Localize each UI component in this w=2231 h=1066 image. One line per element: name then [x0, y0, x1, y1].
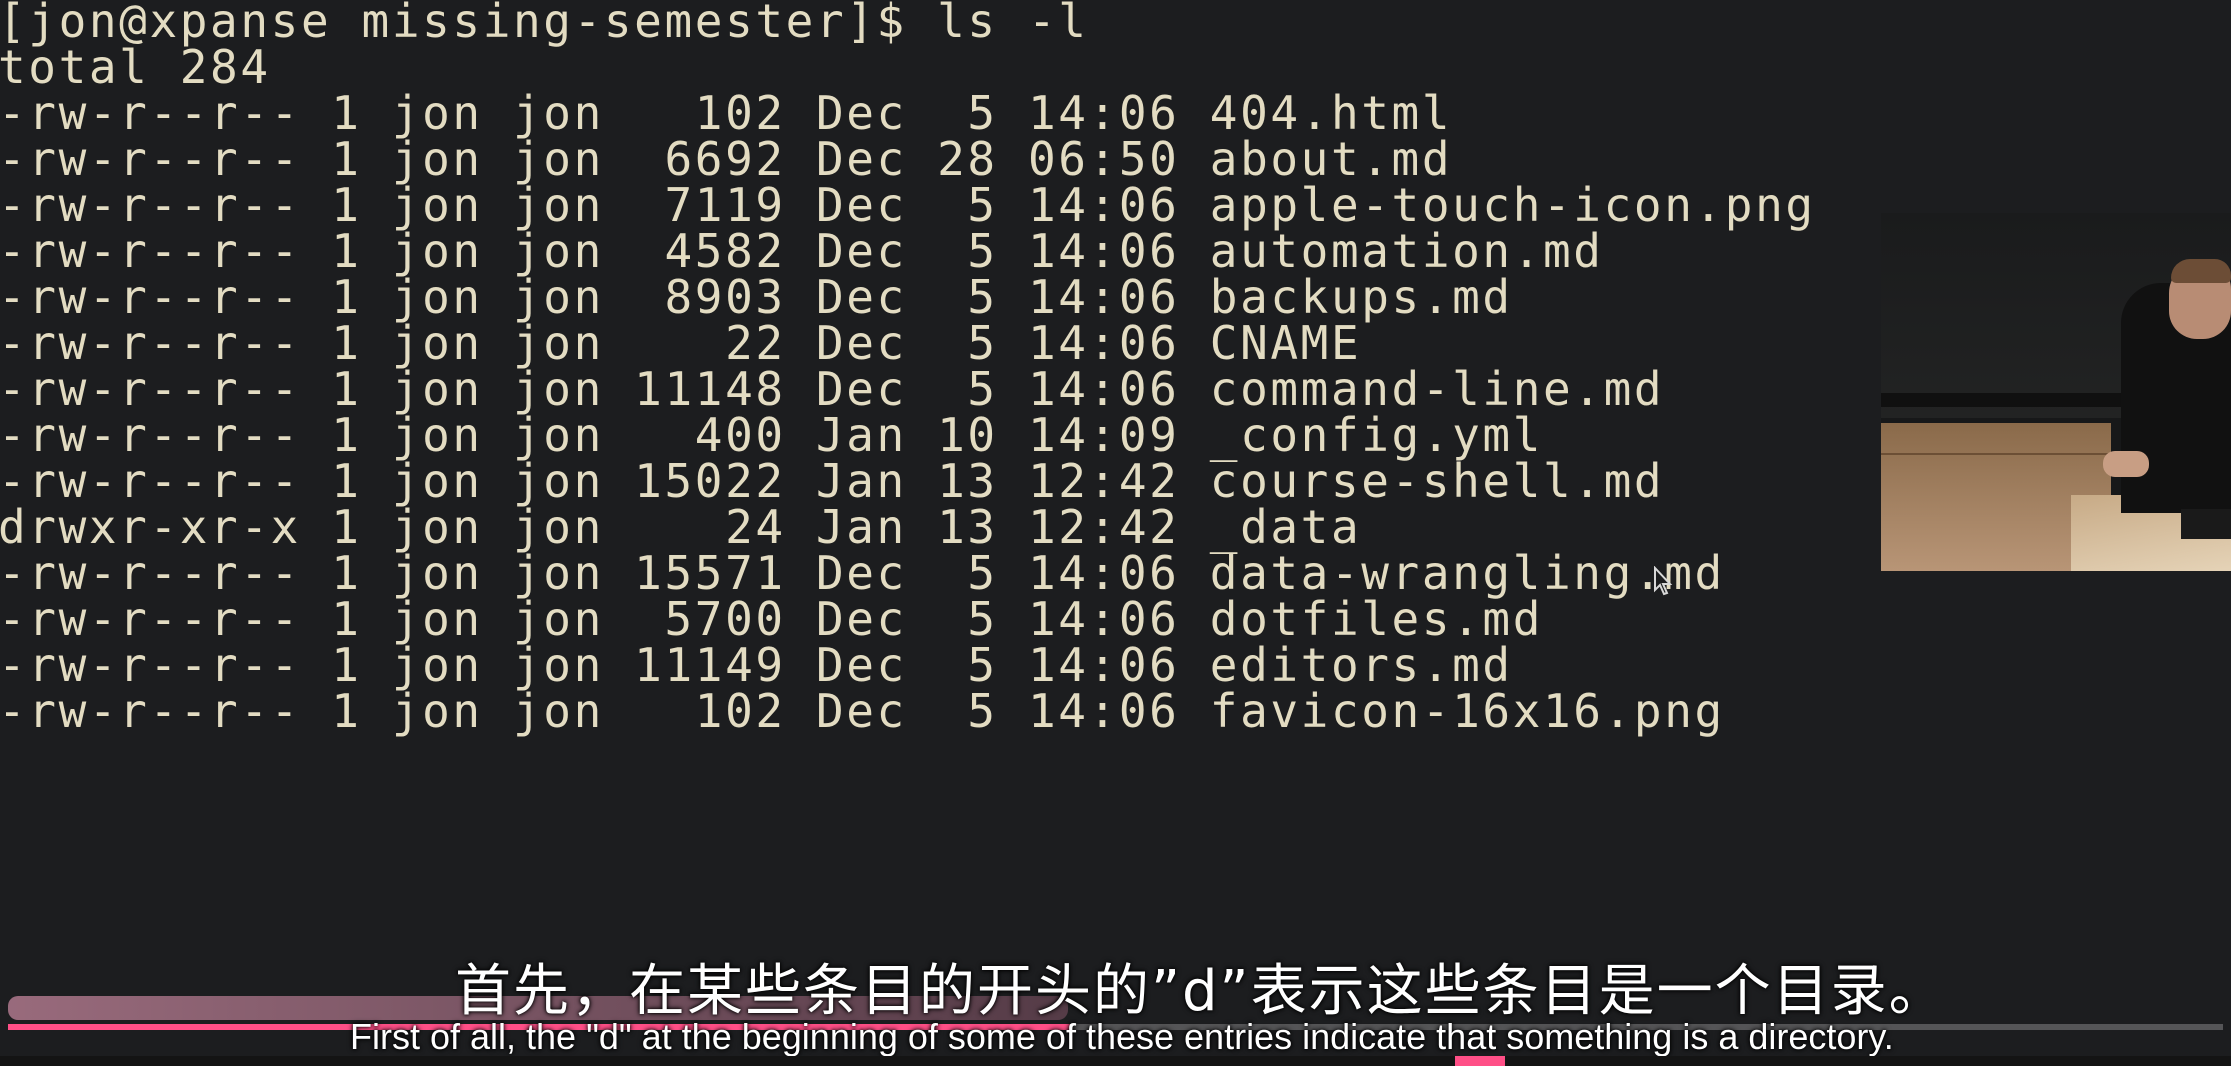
- video-frame: [jon@xpanse missing-semester]$ ls -l tot…: [0, 0, 2231, 1066]
- ls-row: -rw-r--r-- 1 jon jon 102 Dec 5 14:06 fav…: [0, 684, 1725, 738]
- subtitle-english: First of all, the "d" at the beginning o…: [350, 1016, 1894, 1057]
- laptop: [2181, 509, 2231, 539]
- lecturer-hand: [2103, 451, 2149, 477]
- player-badge[interactable]: [1455, 1056, 1505, 1066]
- wood-panel-seam: [1881, 453, 2111, 455]
- lecturer-hair: [2171, 259, 2231, 283]
- mouse-pointer-icon: [1654, 566, 1673, 596]
- player-controls[interactable]: [0, 1056, 2231, 1066]
- subtitle-chinese: 首先，在某些条目的开头的”d”表示这些条目是一个目录。: [455, 959, 1947, 1024]
- lecturer-video-inset: [1881, 213, 2231, 571]
